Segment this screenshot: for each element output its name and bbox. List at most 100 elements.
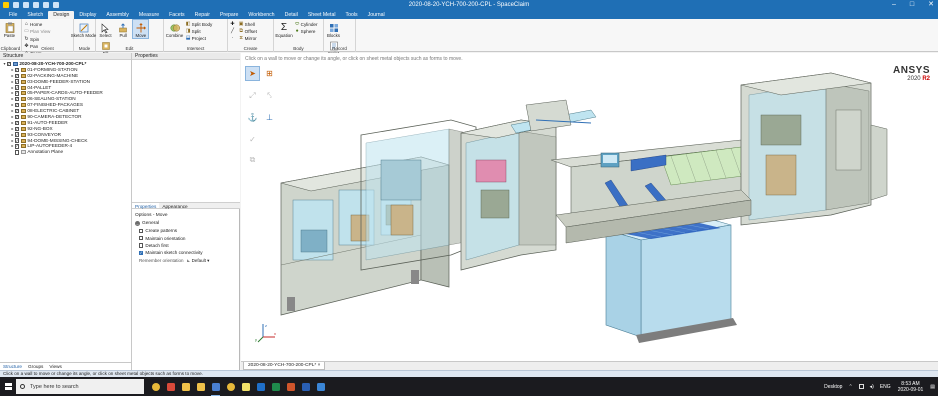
taskbar-app-3[interactable]	[193, 377, 208, 396]
taskbar-app-1[interactable]	[163, 377, 178, 396]
panel-tab-structure[interactable]: Structure	[0, 363, 26, 370]
complete-guide[interactable]: ✓	[246, 133, 259, 146]
blocks-button[interactable]: Blocks	[326, 20, 341, 38]
spin-button[interactable]: ↻ Spin	[24, 36, 42, 43]
visibility-checkbox[interactable]: ✓	[15, 114, 20, 120]
visibility-checkbox[interactable]: ✓	[15, 132, 20, 137]
menu-tab-journal[interactable]: Journal	[363, 11, 390, 19]
option-checkbox[interactable]	[139, 243, 144, 248]
move-along-axis-guide[interactable]: ⤢	[246, 89, 259, 102]
taskbar-search-box[interactable]: Type here to search	[16, 379, 144, 394]
option-create-patterns[interactable]: Create patterns	[135, 227, 237, 234]
close-button[interactable]: ✕	[928, 0, 934, 10]
menu-tab-workbench[interactable]: Workbench	[243, 11, 279, 19]
menu-tab-display[interactable]: Display	[74, 11, 101, 19]
remember-orientation-dropdown[interactable]: ⊾ Default ▾	[187, 258, 210, 264]
menu-tab-sketch[interactable]: Sketch	[22, 11, 48, 19]
visibility-checkbox[interactable]: ✓	[15, 73, 20, 78]
packing-machine-frame[interactable]	[360, 119, 477, 271]
network-icon[interactable]	[858, 384, 864, 389]
cylinder-button[interactable]: ⬭ Cylinder	[295, 21, 318, 28]
equation-button[interactable]: Σ Equation	[275, 20, 292, 38]
menu-tab-detail[interactable]: Detail	[280, 11, 303, 19]
start-button[interactable]	[0, 377, 16, 396]
menu-tab-sheet-metal[interactable]: Sheet Metal	[303, 11, 341, 19]
taskbar-app-11[interactable]	[313, 377, 328, 396]
plan-view-button[interactable]: ▭ Plan View	[24, 28, 50, 35]
option-detach-first[interactable]: Detach first	[135, 242, 237, 249]
visibility-checkbox[interactable]: ✓	[15, 79, 20, 84]
menu-tab-tools[interactable]: Tools	[341, 11, 363, 19]
visibility-checkbox[interactable]: ✓	[15, 144, 20, 149]
sphere-button[interactable]: ● Sphere	[295, 28, 318, 35]
menu-tab-measure[interactable]: Measure	[134, 11, 164, 19]
option-checkbox[interactable]: ✓	[139, 250, 144, 256]
anchor-guide[interactable]: ⚓	[246, 111, 259, 124]
notifications-icon[interactable]: ▤	[930, 384, 935, 390]
sealing-station[interactable]	[460, 119, 557, 271]
taskbar-app-10[interactable]	[298, 377, 313, 396]
menu-tab-file[interactable]: File	[4, 11, 22, 19]
properties-tab-properties[interactable]: Properties	[132, 203, 160, 209]
option-checkbox[interactable]	[139, 228, 144, 233]
taskbar-app-7[interactable]	[253, 377, 268, 396]
menu-tab-design[interactable]: Design	[48, 11, 75, 19]
taskbar-app-9[interactable]	[283, 377, 298, 396]
visibility-checkbox[interactable]: ✓	[15, 67, 20, 73]
taskbar-app-4[interactable]	[208, 377, 223, 396]
shell-button[interactable]: ▣ Shell	[239, 21, 257, 28]
visibility-checkbox[interactable]: ✓	[15, 102, 20, 108]
machine-assembly-model[interactable]	[271, 65, 891, 357]
desktop-toolbar[interactable]: Desktop	[824, 384, 842, 390]
menu-tab-prepare[interactable]: Prepare	[215, 11, 243, 19]
language-indicator[interactable]: ENG	[880, 384, 891, 390]
point-tool-button[interactable]: ·	[230, 35, 236, 42]
select-button[interactable]: Select	[98, 20, 113, 38]
tree-item-annotation-plane[interactable]: Annotation Plane	[0, 149, 131, 155]
menu-tab-repair[interactable]: Repair	[190, 11, 215, 19]
clock[interactable]: 8:53 AM 2020-09-01	[898, 381, 924, 393]
taskbar-app-8[interactable]	[268, 377, 283, 396]
properties-tab-appearance[interactable]: Appearance	[159, 203, 190, 209]
offset-button[interactable]: ⧉ Offset	[239, 28, 256, 35]
select-tool-guide[interactable]: ➤	[245, 66, 260, 81]
finished-packages-station[interactable]	[740, 72, 888, 226]
pull-button[interactable]: Pull	[116, 20, 131, 38]
menu-tab-facets[interactable]: Facets	[164, 11, 190, 19]
visibility-checkbox[interactable]: ✓	[15, 126, 20, 131]
panel-tab-groups[interactable]: Groups	[25, 363, 46, 370]
visibility-checkbox[interactable]: ✓	[15, 108, 20, 114]
taskbar-app-0[interactable]	[148, 377, 163, 396]
plane-tool-button[interactable]: ✚	[230, 21, 236, 28]
axis-tool-button[interactable]: ╱	[230, 28, 236, 35]
visibility-checkbox[interactable]: ✓	[15, 91, 20, 96]
visibility-checkbox[interactable]: ✓	[15, 120, 20, 126]
visibility-checkbox[interactable]: ✓	[15, 138, 20, 143]
panel-tab-views[interactable]: Views	[46, 363, 64, 370]
tray-overflow-icon[interactable]: ⌃	[848, 384, 852, 390]
project-button[interactable]: ⬓ Project	[186, 35, 213, 42]
mirror-button[interactable]: ⧖ Mirror	[239, 35, 257, 42]
minimize-button[interactable]: –	[892, 0, 896, 10]
option-maintain-sketch-connectivity[interactable]: ✓ Maintain sketch connectivity	[135, 249, 237, 256]
option-checkbox[interactable]	[139, 235, 144, 241]
general-section[interactable]: – General	[135, 219, 237, 227]
visibility-checkbox[interactable]	[15, 150, 20, 155]
close-tab-icon[interactable]: ×	[318, 363, 321, 368]
volume-icon[interactable]: ◂)	[870, 384, 874, 390]
sketch-mode-button[interactable]: Sketch Mode	[71, 20, 96, 38]
visibility-checkbox[interactable]: ✓	[15, 97, 20, 102]
option-maintain-orientation[interactable]: Maintain orientation	[135, 234, 237, 241]
split-body-button[interactable]: ◧ Split Body	[186, 21, 213, 28]
split-button[interactable]: ◨ Split	[186, 28, 213, 35]
home-button[interactable]: ⌂ Home	[24, 21, 50, 28]
taskbar-app-2[interactable]	[178, 377, 193, 396]
menu-tab-assembly[interactable]: Assembly	[101, 11, 134, 19]
combine-button[interactable]: Combine	[166, 20, 183, 38]
paste-button[interactable]: Paste	[2, 20, 17, 38]
move-button[interactable]: Move	[132, 19, 150, 39]
design-viewport[interactable]: Click on a wall to move or change its an…	[241, 53, 938, 361]
visibility-checkbox[interactable]: ✓	[15, 85, 20, 90]
document-tab[interactable]: 2020-08-20-YCH-700-200-CPL* ×	[243, 362, 326, 370]
taskbar-app-6[interactable]	[238, 377, 253, 396]
